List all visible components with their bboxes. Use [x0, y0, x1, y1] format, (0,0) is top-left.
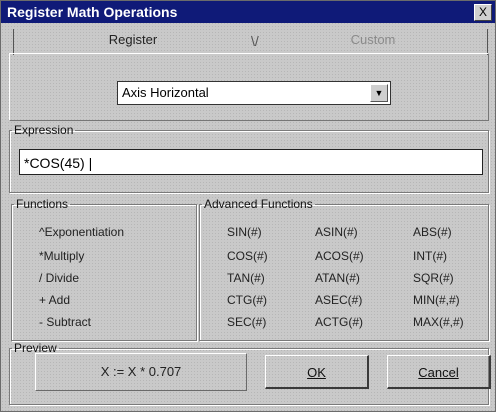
- axis-dropdown-value: Axis Horizontal: [122, 85, 209, 100]
- adv-func-sqr[interactable]: SQR(#): [413, 271, 454, 285]
- adv-func-tan[interactable]: TAN(#): [227, 271, 265, 285]
- ok-button[interactable]: OK: [265, 355, 369, 389]
- expression-input[interactable]: *COS(45) |: [19, 149, 483, 175]
- title-bar: Register Math Operations X: [1, 1, 495, 23]
- adv-func-asec[interactable]: ASEC(#): [315, 293, 362, 307]
- adv-func-acos[interactable]: ACOS(#): [315, 249, 364, 263]
- adv-func-cos[interactable]: COS(#): [227, 249, 268, 263]
- adv-func-atan[interactable]: ATAN(#): [315, 271, 360, 285]
- dialog-window: Register Math Operations X Register \/ C…: [0, 0, 496, 412]
- function-add[interactable]: + Add: [39, 293, 70, 307]
- function-divide[interactable]: / Divide: [39, 271, 79, 285]
- tab-register[interactable]: Register: [13, 27, 253, 55]
- adv-func-int[interactable]: INT(#): [413, 249, 447, 263]
- advanced-functions-legend: Advanced Functions: [204, 197, 313, 211]
- tab-border-right: [487, 29, 488, 55]
- chevron-down-icon[interactable]: ▼: [370, 84, 388, 102]
- adv-func-asin[interactable]: ASIN(#): [315, 225, 358, 239]
- adv-func-abs[interactable]: ABS(#): [413, 225, 452, 239]
- cancel-button[interactable]: Cancel: [387, 355, 491, 389]
- functions-legend: Functions: [16, 197, 69, 211]
- function-multiply[interactable]: *Multiply: [39, 249, 84, 263]
- window-title: Register Math Operations: [7, 4, 178, 20]
- preview-text: X := X * 0.707: [35, 353, 247, 391]
- function-exponentiation[interactable]: ^Exponentiation: [39, 225, 124, 239]
- adv-func-sin[interactable]: SIN(#): [227, 225, 262, 239]
- adv-func-sec[interactable]: SEC(#): [227, 315, 266, 329]
- adv-func-max[interactable]: MAX(#,#): [413, 315, 464, 329]
- function-subtract[interactable]: - Subtract: [39, 315, 91, 329]
- close-button[interactable]: X: [474, 4, 492, 21]
- adv-func-actg[interactable]: ACTG(#): [315, 315, 363, 329]
- axis-dropdown[interactable]: Axis Horizontal ▼: [117, 81, 391, 105]
- adv-func-min[interactable]: MIN(#,#): [413, 293, 460, 307]
- tab-custom[interactable]: Custom: [257, 27, 489, 55]
- expression-legend: Expression: [14, 123, 74, 137]
- adv-func-ctg[interactable]: CTG(#): [227, 293, 267, 307]
